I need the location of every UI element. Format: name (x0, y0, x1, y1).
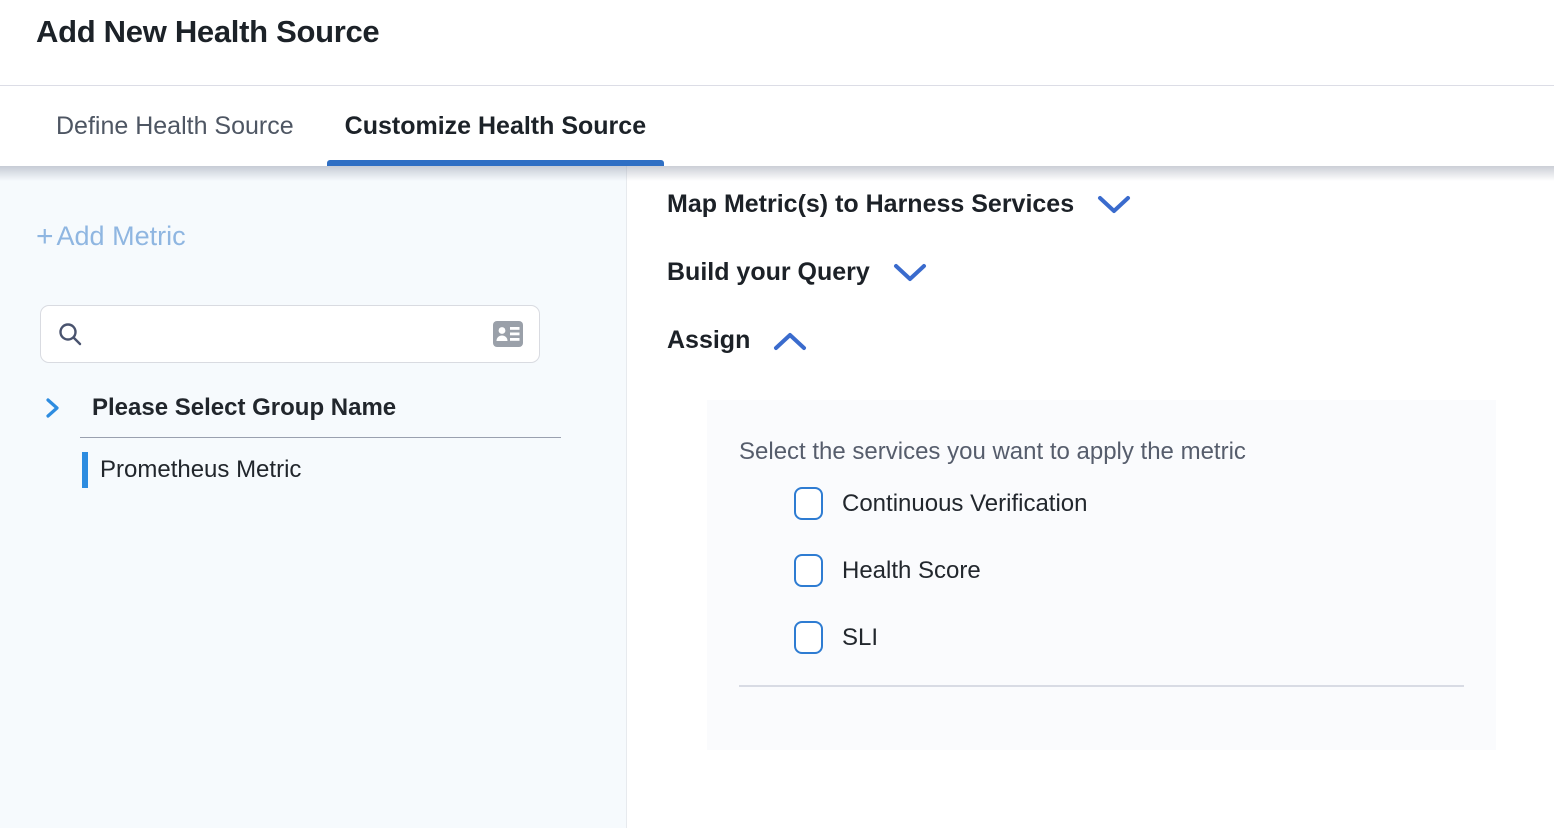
page-header: Add New Health Source (0, 0, 1554, 86)
assign-panel: Select the services you want to apply th… (707, 400, 1496, 750)
contact-card-icon[interactable] (493, 321, 523, 347)
panel-divider (739, 685, 1464, 687)
section-label: Assign (667, 326, 750, 355)
section-label: Build your Query (667, 258, 870, 287)
selected-metric-indicator (82, 452, 88, 488)
chevron-down-icon (892, 262, 928, 284)
checkbox-sli[interactable] (794, 621, 823, 654)
add-metric-label: Add Metric (57, 221, 186, 252)
add-metric-button[interactable]: + Add Metric (36, 221, 186, 252)
section-assign[interactable]: Assign (667, 326, 808, 355)
checkbox-health-score[interactable] (794, 554, 823, 587)
tab-define-health-source[interactable]: Define Health Source (38, 87, 312, 166)
chevron-right-icon (44, 394, 61, 422)
checkbox-continuous-verification[interactable] (794, 487, 823, 520)
metric-name-label: Prometheus Metric (100, 456, 301, 484)
group-divider (80, 437, 561, 438)
tab-customize-health-source[interactable]: Customize Health Source (327, 87, 664, 166)
metric-search-box (40, 305, 540, 363)
tab-bar: Define Health Source Customize Health So… (0, 87, 1554, 166)
checkbox-row-sli[interactable]: SLI (794, 621, 878, 654)
checkbox-row-continuous-verification[interactable]: Continuous Verification (794, 487, 1087, 520)
section-label: Map Metric(s) to Harness Services (667, 190, 1074, 219)
checkbox-label: Health Score (842, 557, 981, 585)
assign-helper-text: Select the services you want to apply th… (739, 438, 1246, 466)
group-expander-please-select-group-name[interactable]: Please Select Group Name (44, 390, 396, 426)
tab-label: Define Health Source (56, 112, 294, 141)
search-icon (57, 321, 83, 347)
checkbox-label: Continuous Verification (842, 490, 1087, 518)
main-panel: Map Metric(s) to Harness Services Build … (627, 166, 1554, 828)
sidebar: + Add Metric (0, 166, 627, 828)
add-health-source-dialog: Add New Health Source Define Health Sour… (0, 0, 1554, 828)
metric-item-prometheus-metric[interactable]: Prometheus Metric (82, 452, 301, 488)
group-name-label: Please Select Group Name (92, 394, 396, 422)
page-title: Add New Health Source (36, 14, 379, 50)
chevron-up-icon (772, 330, 808, 352)
content-area: + Add Metric (0, 166, 1554, 828)
checkbox-label: SLI (842, 624, 878, 652)
plus-icon: + (36, 222, 54, 252)
chevron-down-icon (1096, 194, 1132, 216)
tab-label: Customize Health Source (345, 112, 646, 141)
search-input[interactable] (93, 321, 483, 347)
checkbox-row-health-score[interactable]: Health Score (794, 554, 981, 587)
section-build-your-query[interactable]: Build your Query (667, 258, 928, 287)
section-map-metrics-to-harness-services[interactable]: Map Metric(s) to Harness Services (667, 190, 1132, 219)
